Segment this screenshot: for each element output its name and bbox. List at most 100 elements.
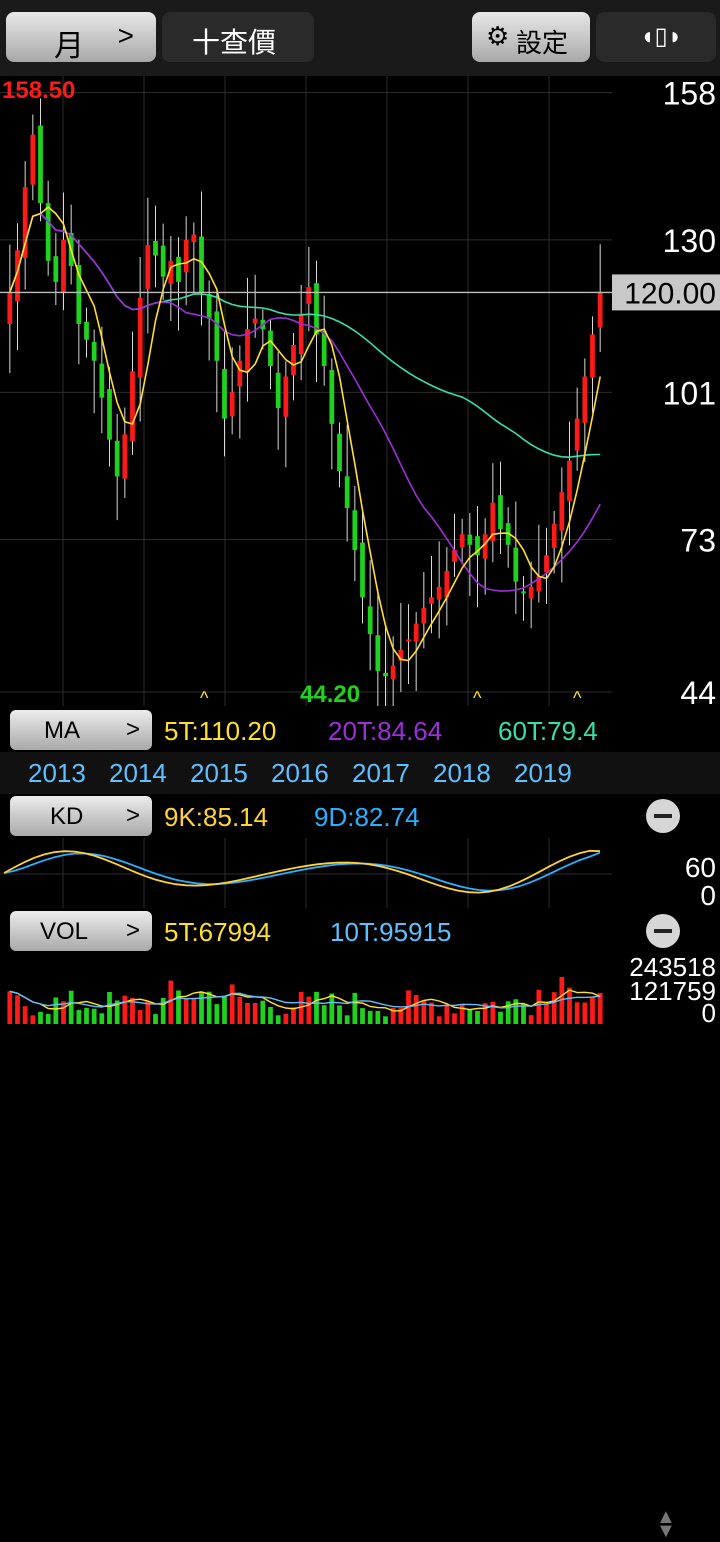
volume-bar xyxy=(321,1005,327,1024)
settings-label: 設定 xyxy=(516,28,569,58)
scroll-handle-icon[interactable]: ▲ ▼ xyxy=(656,1507,676,1541)
query-price-button[interactable]: 十查價 xyxy=(162,12,314,62)
vol5-value: 5T:67994 xyxy=(164,917,271,947)
volume-bar xyxy=(15,995,20,1024)
candle xyxy=(145,245,151,289)
vol-button-label: VOL xyxy=(40,918,89,945)
volume-bar xyxy=(99,1013,105,1024)
volume-bar xyxy=(107,991,112,1024)
candle xyxy=(574,418,580,451)
volume-bar xyxy=(367,1010,373,1024)
ma20-value: 20T:84.64 xyxy=(328,716,443,746)
candle xyxy=(183,239,189,273)
year-axis[interactable]: 2013 2014 2015 2016 2017 2018 2019 ▲ ▼ xyxy=(0,752,720,1541)
volume-bar xyxy=(467,1009,473,1024)
vol-y-tick: 0 xyxy=(701,998,716,1028)
candle xyxy=(360,542,365,598)
candle xyxy=(84,321,89,340)
volume-bar xyxy=(7,991,13,1024)
year-label: 2017 xyxy=(352,758,410,788)
volume-bar xyxy=(38,1011,43,1024)
volume-bar xyxy=(528,1015,534,1024)
y-tick-label: 158 xyxy=(663,76,716,112)
year-label: 2016 xyxy=(271,758,329,788)
candle xyxy=(567,460,572,502)
volume-bar xyxy=(30,1015,36,1024)
candle xyxy=(237,360,243,387)
candle xyxy=(513,547,519,582)
kd-button[interactable]: KD > xyxy=(10,796,152,836)
candle xyxy=(352,510,358,551)
chevron-right-icon: > xyxy=(125,917,140,944)
volume-bar xyxy=(84,1007,89,1024)
collapse-kd-icon[interactable] xyxy=(646,799,680,833)
kd-k-value: 9K:85.14 xyxy=(164,802,269,832)
volume-bar xyxy=(275,1015,281,1024)
y-tick-label: 101 xyxy=(663,375,716,411)
year-label: 2019 xyxy=(514,758,572,788)
candle xyxy=(61,239,66,292)
gear-icon: ⚙ xyxy=(486,21,510,51)
kd-row: KD > 9K:85.14 9D:82.74 xyxy=(0,794,720,838)
period-label: 月 xyxy=(54,30,84,63)
volume-bar xyxy=(76,1010,82,1024)
kd-chart[interactable] xyxy=(0,838,720,908)
candle xyxy=(467,534,473,545)
volume-bar xyxy=(344,1015,350,1024)
volume-bar xyxy=(91,1008,97,1024)
candle xyxy=(551,523,557,548)
candle xyxy=(214,311,220,361)
volume-bar xyxy=(567,987,572,1024)
volume-bar xyxy=(168,980,174,1024)
candle xyxy=(429,597,434,604)
volume-bar xyxy=(45,1014,51,1024)
candle xyxy=(7,292,13,324)
candle xyxy=(38,125,43,204)
volume-bar xyxy=(245,1002,250,1024)
high-price-label: 158.50 xyxy=(2,77,75,104)
vol-button[interactable]: VOL > xyxy=(10,911,152,951)
ma-button[interactable]: MA > xyxy=(10,710,152,750)
settings-button[interactable]: ⚙ 設定 xyxy=(472,12,590,62)
volume-chart[interactable] xyxy=(0,954,720,1026)
price-chart[interactable]: 158 130 101 73 44 120.00 158.50 44.20 ^ ^ ^ xyxy=(0,76,720,706)
volume-bar xyxy=(260,1000,266,1024)
candle xyxy=(283,376,289,417)
volume-bar xyxy=(459,1004,465,1024)
y-tick-label: 44 xyxy=(680,675,716,706)
volume-bar xyxy=(268,1007,273,1024)
candle xyxy=(406,639,411,642)
year-label: 2013 xyxy=(28,758,86,788)
kd-button-label: KD xyxy=(50,803,84,830)
chevron-right-icon: > xyxy=(125,716,140,743)
rotate-icon: ◖▯◗ xyxy=(640,23,683,50)
year-label: 2015 xyxy=(190,758,248,788)
kd-d-value: 9D:82.74 xyxy=(314,802,420,832)
period-button[interactable]: 月 > xyxy=(6,12,156,63)
candle xyxy=(91,341,97,361)
candle xyxy=(383,672,388,677)
candle xyxy=(160,245,166,277)
candle xyxy=(367,606,373,635)
candle xyxy=(306,287,312,304)
volume-bar xyxy=(237,996,243,1024)
rotate-button[interactable]: ◖▯◗ xyxy=(596,12,716,62)
volume-bar xyxy=(314,991,319,1024)
volume-bar xyxy=(22,1006,28,1024)
candle xyxy=(176,256,181,282)
candle xyxy=(390,665,396,680)
candle xyxy=(482,534,488,559)
collapse-vol-icon[interactable] xyxy=(646,914,680,948)
volume-bar xyxy=(153,1014,158,1024)
volume-bar xyxy=(252,1002,258,1024)
candle xyxy=(245,329,250,371)
volume-bar xyxy=(329,993,335,1024)
candle xyxy=(291,344,296,375)
candle xyxy=(329,370,335,424)
top-toolbar: 月 > 十查價 ⚙ 設定 ◖▯◗ xyxy=(0,0,720,76)
volume-bar xyxy=(590,996,595,1024)
volume-bar xyxy=(191,998,197,1024)
chevron-right-icon: > xyxy=(125,802,140,829)
candle xyxy=(413,623,419,642)
candle xyxy=(498,495,503,530)
